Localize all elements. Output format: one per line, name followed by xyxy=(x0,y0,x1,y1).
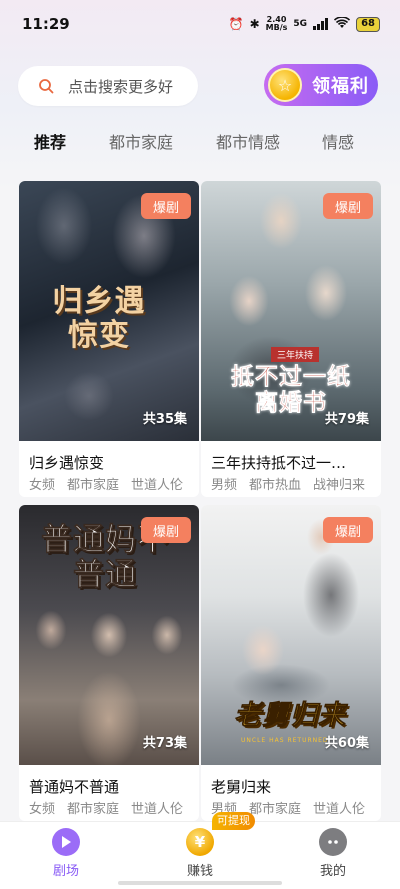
tag: 都市家庭 xyxy=(67,478,120,493)
drama-title: 三年扶持抵不过一… xyxy=(211,454,347,472)
hot-badge: 爆剧 xyxy=(141,193,191,219)
net-speed-unit: MB/s xyxy=(265,23,288,32)
drama-card[interactable]: 普通妈不普通 爆剧 共73集 普通妈不普通 女频 都市家庭 世道人伦 xyxy=(19,505,199,821)
welfare-label: 领福利 xyxy=(312,76,369,97)
home-indicator[interactable] xyxy=(118,881,282,885)
hot-badge: 爆剧 xyxy=(141,517,191,543)
drama-title: 老舅归来 xyxy=(211,778,272,796)
drama-card[interactable]: 归乡遇惊变 爆剧 共35集 归乡遇惊变 女频 都市家庭 世道人伦 xyxy=(19,181,199,497)
drama-poster: 普通妈不普通 爆剧 共73集 xyxy=(19,505,199,765)
tag: 女频 xyxy=(29,802,56,817)
yen-coin-icon: ¥ xyxy=(186,828,214,856)
drama-poster: 三年扶持 抵不过一纸离婚书 爆剧 共79集 xyxy=(201,181,381,441)
withdraw-badge: 可提现 xyxy=(212,812,255,830)
bottom-nav: 剧场 ¥ 赚钱 我的 xyxy=(0,821,400,889)
net-type: 5G xyxy=(293,19,308,29)
wifi-icon xyxy=(334,15,351,32)
hot-badge: 爆剧 xyxy=(323,193,373,219)
episode-count: 共73集 xyxy=(142,736,187,751)
star-coin-icon: ☆ xyxy=(268,68,302,102)
drama-tags: 女频 都市家庭 世道人伦 xyxy=(29,798,183,817)
tab-urban-family[interactable]: 都市家庭 xyxy=(109,129,173,153)
tag: 战神归来 xyxy=(313,478,366,493)
poster-subtitle-art: UNCLE HAS RETURNED xyxy=(241,737,329,744)
nav-label: 赚钱 xyxy=(186,864,213,879)
welfare-button[interactable]: ☆ 领福利 xyxy=(264,64,378,106)
drama-poster: 老舅归来 UNCLE HAS RETURNED 爆剧 共60集 xyxy=(201,505,381,765)
poster-subtitle-art: 三年扶持 xyxy=(271,347,320,362)
episode-count: 共60集 xyxy=(324,736,369,751)
star-coin-glyph: ☆ xyxy=(277,75,293,95)
yen-coin-glyph: ¥ xyxy=(194,833,206,851)
drama-tags: 男频 都市热血 战神归来 xyxy=(211,474,365,493)
nav-label: 我的 xyxy=(319,864,346,879)
drama-card[interactable]: 老舅归来 UNCLE HAS RETURNED 爆剧 共60集 老舅归来 男频 … xyxy=(201,505,381,821)
tag: 都市热血 xyxy=(249,478,302,493)
play-icon xyxy=(52,828,80,856)
nav-mine[interactable]: 我的 xyxy=(293,828,373,879)
poster-title-art: 老舅归来 xyxy=(234,700,346,731)
nav-earn[interactable]: ¥ 赚钱 xyxy=(160,828,240,879)
nav-theater[interactable]: 剧场 xyxy=(26,828,106,879)
drama-poster: 归乡遇惊变 爆剧 共35集 xyxy=(19,181,199,441)
poster-title-art: 归乡遇惊变 xyxy=(52,284,146,353)
tag: 世道人伦 xyxy=(131,478,184,493)
drama-tags: 女频 都市家庭 世道人伦 xyxy=(29,474,183,493)
drama-title: 归乡遇惊变 xyxy=(29,454,105,472)
profile-icon xyxy=(319,828,347,856)
tab-recommend[interactable]: 推荐 xyxy=(34,129,66,153)
bluetooth-icon: ✱ xyxy=(249,17,260,31)
drama-title: 普通妈不普通 xyxy=(29,778,120,796)
tag: 世道人伦 xyxy=(131,802,184,817)
tag: 男频 xyxy=(211,478,238,493)
signal-icon xyxy=(313,18,329,30)
category-tabs: 推荐 都市家庭 都市情感 情感 xyxy=(0,126,400,156)
search-icon xyxy=(39,79,54,94)
nav-label: 剧场 xyxy=(52,864,79,879)
status-icons: ⏰ ✱ 2.40 MB/s 5G 68 xyxy=(229,16,380,32)
status-bar: 11:29 ⏰ ✱ 2.40 MB/s 5G 68 xyxy=(0,0,400,48)
tab-urban-romance[interactable]: 都市情感 xyxy=(216,129,280,153)
tag: 世道人伦 xyxy=(313,802,366,817)
search-input[interactable]: 点击搜索更多好 xyxy=(18,66,198,106)
net-speed: 2.40 MB/s xyxy=(266,16,288,32)
episode-count: 共35集 xyxy=(142,412,187,427)
drama-card[interactable]: 三年扶持 抵不过一纸离婚书 爆剧 共79集 三年扶持抵不过一… 男频 都市热血 … xyxy=(201,181,381,497)
tag: 都市家庭 xyxy=(67,802,120,817)
tag: 女频 xyxy=(29,478,56,493)
episode-count: 共79集 xyxy=(324,412,369,427)
tab-emotion[interactable]: 情感 xyxy=(322,129,354,153)
hot-badge: 爆剧 xyxy=(323,517,373,543)
status-time: 11:29 xyxy=(22,15,70,33)
battery-indicator: 68 xyxy=(356,16,380,32)
alarm-icon: ⏰ xyxy=(228,17,244,31)
search-placeholder: 点击搜索更多好 xyxy=(68,77,174,96)
tag: 都市家庭 xyxy=(249,802,302,817)
